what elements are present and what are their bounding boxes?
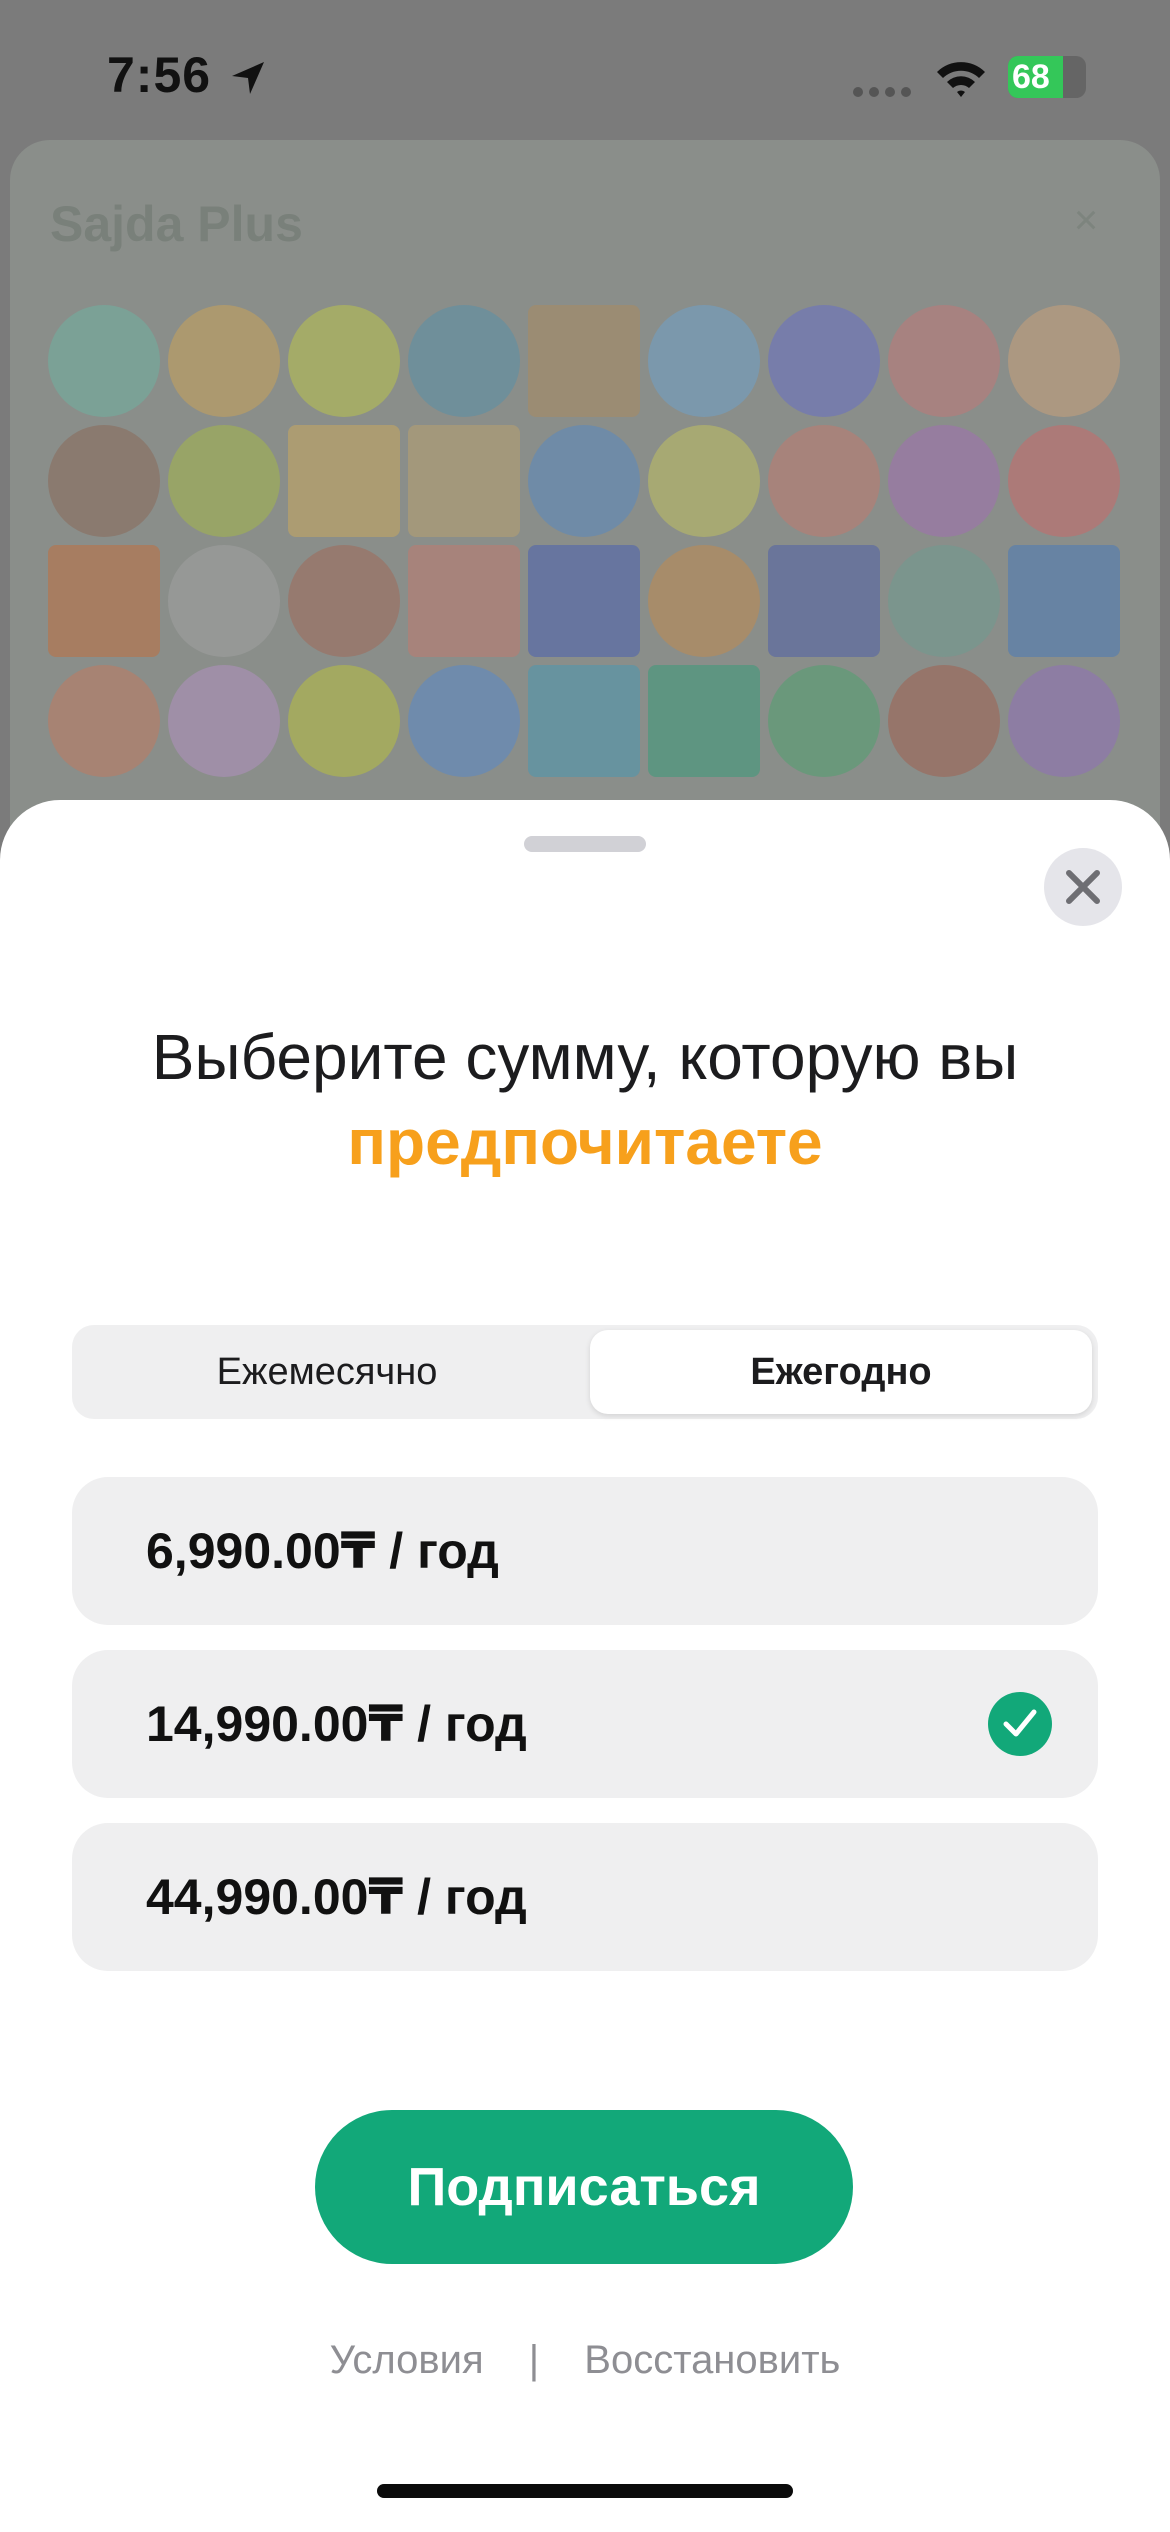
price-option-label: 14,990.00₸ / год [146, 1696, 527, 1752]
tile-icon [888, 305, 1000, 417]
battery-level: 68 [1012, 58, 1050, 96]
segment-yearly[interactable]: Ежегодно [590, 1330, 1092, 1414]
footer-separator: | [528, 2338, 540, 2382]
selected-check-icon [988, 1692, 1052, 1756]
tile-icon [288, 545, 400, 657]
tile-icon [528, 545, 640, 657]
price-option-label: 6,990.00₸ / год [146, 1523, 499, 1579]
headline: Выберите сумму, которую вы [151, 1021, 1019, 1093]
tile-icon [168, 545, 280, 657]
tile-icon [408, 545, 520, 657]
background-app-title: Sajda Plus [50, 196, 303, 252]
tile-icon [648, 425, 760, 537]
terms-link[interactable]: Условия [330, 2338, 484, 2383]
tile-icon [1008, 665, 1120, 777]
tile-icon [888, 665, 1000, 777]
tile-icon [528, 305, 640, 417]
location-arrow-icon [232, 62, 264, 94]
tile-icon [1008, 305, 1120, 417]
subscribe-button[interactable]: Подписаться [315, 2110, 853, 2264]
tile-icon [408, 665, 520, 777]
tile-icon [888, 425, 1000, 537]
headline-accent: предпочитаете [347, 1106, 823, 1178]
tile-icon [528, 665, 640, 777]
cellular-signal-icon [853, 87, 911, 97]
restore-link[interactable]: Восстановить [584, 2338, 840, 2383]
home-indicator [377, 2484, 793, 2498]
price-option[interactable]: 14,990.00₸ / год [72, 1650, 1098, 1798]
tile-icon [48, 425, 160, 537]
tile-icon [768, 305, 880, 417]
tile-icon [48, 665, 160, 777]
wifi-icon [937, 62, 985, 97]
billing-period-segmented-control: Ежемесячно Ежегодно [72, 1325, 1098, 1419]
tile-icon [768, 665, 880, 777]
tile-icon [288, 425, 400, 537]
tile-icon [408, 425, 520, 537]
tile-icon [648, 545, 760, 657]
tile-icon [888, 545, 1000, 657]
footer-links: Условия | Восстановить [0, 2338, 1170, 2383]
tile-icon [48, 545, 160, 657]
tile-icon [648, 665, 760, 777]
price-option[interactable]: 6,990.00₸ / год [72, 1477, 1098, 1625]
segment-monthly[interactable]: Ежемесячно [72, 1325, 582, 1419]
status-time: 7:56 [107, 47, 212, 103]
tile-icon [168, 425, 280, 537]
tile-icon [768, 545, 880, 657]
tile-icon [288, 665, 400, 777]
close-icon [1066, 870, 1100, 904]
tile-icon [768, 425, 880, 537]
tile-icon [288, 305, 400, 417]
background-close-icon: × [1073, 196, 1099, 243]
price-option-label: 44,990.00₸ / год [146, 1869, 527, 1925]
price-option[interactable]: 44,990.00₸ / год [72, 1823, 1098, 1971]
tile-icon [48, 305, 160, 417]
tile-icon [1008, 545, 1120, 657]
background-icon-grid [48, 305, 1128, 805]
tile-icon [648, 305, 760, 417]
tile-icon [528, 425, 640, 537]
tile-icon [408, 305, 520, 417]
close-button[interactable] [1044, 848, 1122, 926]
tile-icon [1008, 425, 1120, 537]
tile-icon [168, 305, 280, 417]
tile-icon [168, 665, 280, 777]
sheet-grabber[interactable] [524, 836, 646, 852]
battery-indicator: 68 [1008, 56, 1088, 98]
